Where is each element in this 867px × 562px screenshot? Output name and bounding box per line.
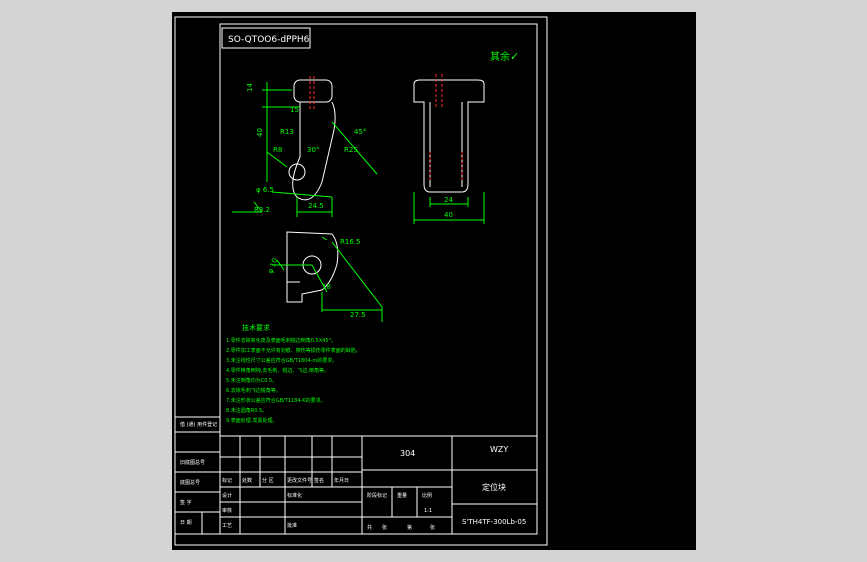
tb-label: 签名 [314,477,324,484]
tb-label: 设计 [222,492,232,499]
tb-label: 重量 [397,492,407,499]
dim-section-4: 27.5 [350,311,366,319]
dim-side-5: R8 [273,146,282,154]
left-strip-row: 签 字 [180,499,192,506]
tb-label: 工艺 [222,523,232,529]
left-strip-row: 日 期 [180,520,192,526]
dim-front-1: 24 [444,196,453,204]
tb-label: 比例 [422,492,432,499]
dim-side-6: 30° [307,146,319,154]
dim-side-2: 15 [290,106,299,114]
cad-viewport[interactable]: SO-QTOO6-dPPH6 其余 ✓ 14 15 40 R13 R8 30° … [0,0,867,562]
tb-label: 更改文件号 [287,477,312,484]
drawing-canvas[interactable]: SO-QTOO6-dPPH6 其余 ✓ 14 15 40 R13 R8 30° … [172,12,696,550]
tech-req-line: 3.未注线性尺寸公差应符合GB/T1804-m的要求。 [226,357,337,364]
dim-section-3: 18 [322,283,331,291]
dim-side-10: 24.5 [308,202,324,210]
left-strip-row: 旧底图总号 [180,459,205,466]
company-text: WZY [490,445,508,454]
dim-side-8: R25 [344,146,358,154]
sheet-border [174,16,548,546]
dim-side-3: 40 [256,128,264,137]
tb-label: 张 [382,524,387,531]
tb-label: 批准 [287,522,297,529]
dim-section-2: φ 10 [266,257,279,275]
tb-label: 阶段标记 [367,492,387,499]
left-strip [174,416,221,535]
dim-side-1: 14 [246,83,254,92]
tb-label: 共 [367,524,372,531]
tb-label: 标记 [222,477,232,484]
tb-label: 审核 [222,507,232,514]
section-view [272,231,383,322]
roughness-symbol: ✓ [510,50,519,63]
tech-req-line: 2.零件加工表面不允许有划痕、擦伤等损伤零件表面的缺陷。 [226,347,361,354]
dim-side-11: R3.2 [254,206,270,214]
dim-front-2: 40 [444,211,453,219]
dim-side-9: φ 6.5 [256,186,274,194]
tb-label: 年月日 [334,477,349,484]
left-strip-row: 底图总号 [180,479,200,486]
tb-label: 处数 [242,477,252,484]
tb-label: 分 区 [262,477,274,484]
tech-req-line: 6.去除毛刺飞边锐角等。 [226,387,281,394]
tech-req-line: 1.零件去除氧化皮及表面毛刺锐边倒角0.5X45°。 [226,337,336,344]
tb-label: 第 [407,524,412,531]
tech-req-list: 1.零件去除氧化皮及表面毛刺锐边倒角0.5X45°。 2.零件加工表面不允许有划… [226,337,361,424]
tb-label: 张 [430,524,435,531]
left-strip-row: 借 (通) 用件登记 [180,421,217,428]
dim-section-1: R16.5 [340,238,360,246]
material-text: 304 [400,449,415,458]
scale-text: 1:1 [424,508,432,514]
tech-req-line: 5.未注倒角均为C0.5。 [226,377,277,384]
drawing-number-text: S'TH4TF-300Lb-05 [462,518,526,526]
tech-req-line: 8.未注圆角R0.5。 [226,407,267,414]
tech-req-line: 4.零件棱角倒钝,去毛刺、锐边、飞边,倒角等。 [226,367,329,374]
tb-label: 标准化 [287,492,302,499]
roughness-note: 其余 [490,50,510,63]
dim-side-4: R13 [280,128,294,136]
part-name-text: 定位块 [482,482,506,492]
part-code-text: SO-QTOO6-dPPH6 [228,35,310,45]
drawing-sheet: SO-QTOO6-dPPH6 其余 ✓ 14 15 40 R13 R8 30° … [174,16,548,546]
tech-req-line: 9.表面处理:发黑处理。 [226,417,277,424]
tech-req-title: 技术要求 [242,323,270,332]
dim-side-7: 45° [354,128,366,136]
tech-req-line: 7.未注形状公差应符合GB/T1184-K的要求。 [226,397,326,404]
